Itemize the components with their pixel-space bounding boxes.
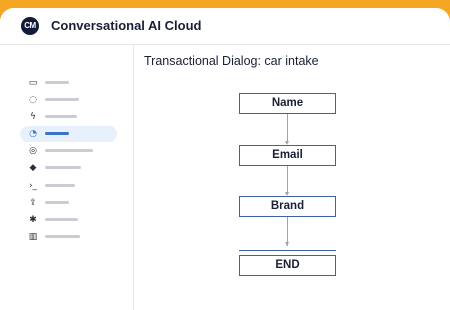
title-bar: CM Conversational AI Cloud xyxy=(0,8,450,45)
app-window: CM Conversational AI Cloud ▭ ◌ ϟ ◔ ◎ ◆ › xyxy=(0,8,450,310)
app-title: Conversational AI Cloud xyxy=(51,18,202,33)
lightning-icon: ϟ xyxy=(30,112,36,122)
flow-node-brand[interactable]: Brand xyxy=(239,196,336,217)
sidebar-item-targets[interactable]: ◎ xyxy=(20,143,117,159)
cm-logo[interactable]: CM xyxy=(21,17,39,35)
flow-node-email[interactable]: Email xyxy=(239,145,336,166)
sidebar-item-label xyxy=(45,132,69,135)
bar-chart-icon: ▥ xyxy=(28,232,38,242)
upload-icon: ⇪ xyxy=(29,198,37,208)
conversation-icon: ◔ xyxy=(29,129,37,139)
end-divider xyxy=(239,250,336,251)
terminal-icon: ›_ xyxy=(28,181,38,191)
sidebar-item-label xyxy=(45,98,79,101)
sidebar-item-console[interactable]: ›_ xyxy=(20,178,117,194)
flow-connector xyxy=(287,114,288,141)
sidebar-item-actions[interactable]: ϟ xyxy=(20,109,117,125)
chat-bubble-icon: ◌ xyxy=(29,95,37,105)
sidebar-item-label xyxy=(45,81,69,84)
sidebar-item-label xyxy=(45,166,81,169)
flow-connector xyxy=(287,166,288,192)
sidebar-item-label xyxy=(45,218,78,221)
sidebar-nav: ▭ ◌ ϟ ◔ ◎ ◆ ›_ ⇪ ✱ ▥ xyxy=(0,45,134,310)
sidebar-item-label xyxy=(45,115,77,118)
tag-icon: ◆ xyxy=(29,163,37,173)
sidebar-item-chat[interactable]: ◌ xyxy=(20,92,117,108)
sidebar-item-tags[interactable]: ◆ xyxy=(20,160,117,176)
target-icon: ◎ xyxy=(29,146,37,156)
flow-node-end[interactable]: END xyxy=(239,255,336,276)
sidebar-item-publish[interactable]: ⇪ xyxy=(20,195,117,211)
flow-node-name[interactable]: Name xyxy=(239,93,336,114)
sidebar-item-label xyxy=(45,201,69,204)
flow-arrow-icon xyxy=(285,242,289,246)
sidebar-item-settings[interactable]: ✱ xyxy=(20,212,117,228)
sidebar-item-analytics[interactable]: ▥ xyxy=(20,229,117,245)
sidebar-item-dialogs[interactable]: ◔ xyxy=(20,126,117,142)
sidebar-item-label xyxy=(45,235,80,238)
settings-icon: ✱ xyxy=(29,215,37,225)
sidebar-item-inbox[interactable]: ▭ xyxy=(20,75,117,91)
sidebar-item-label xyxy=(45,149,93,152)
inbox-icon: ▭ xyxy=(28,78,38,88)
page-title: Transactional Dialog: car intake xyxy=(144,54,319,68)
sidebar-item-label xyxy=(45,184,75,187)
